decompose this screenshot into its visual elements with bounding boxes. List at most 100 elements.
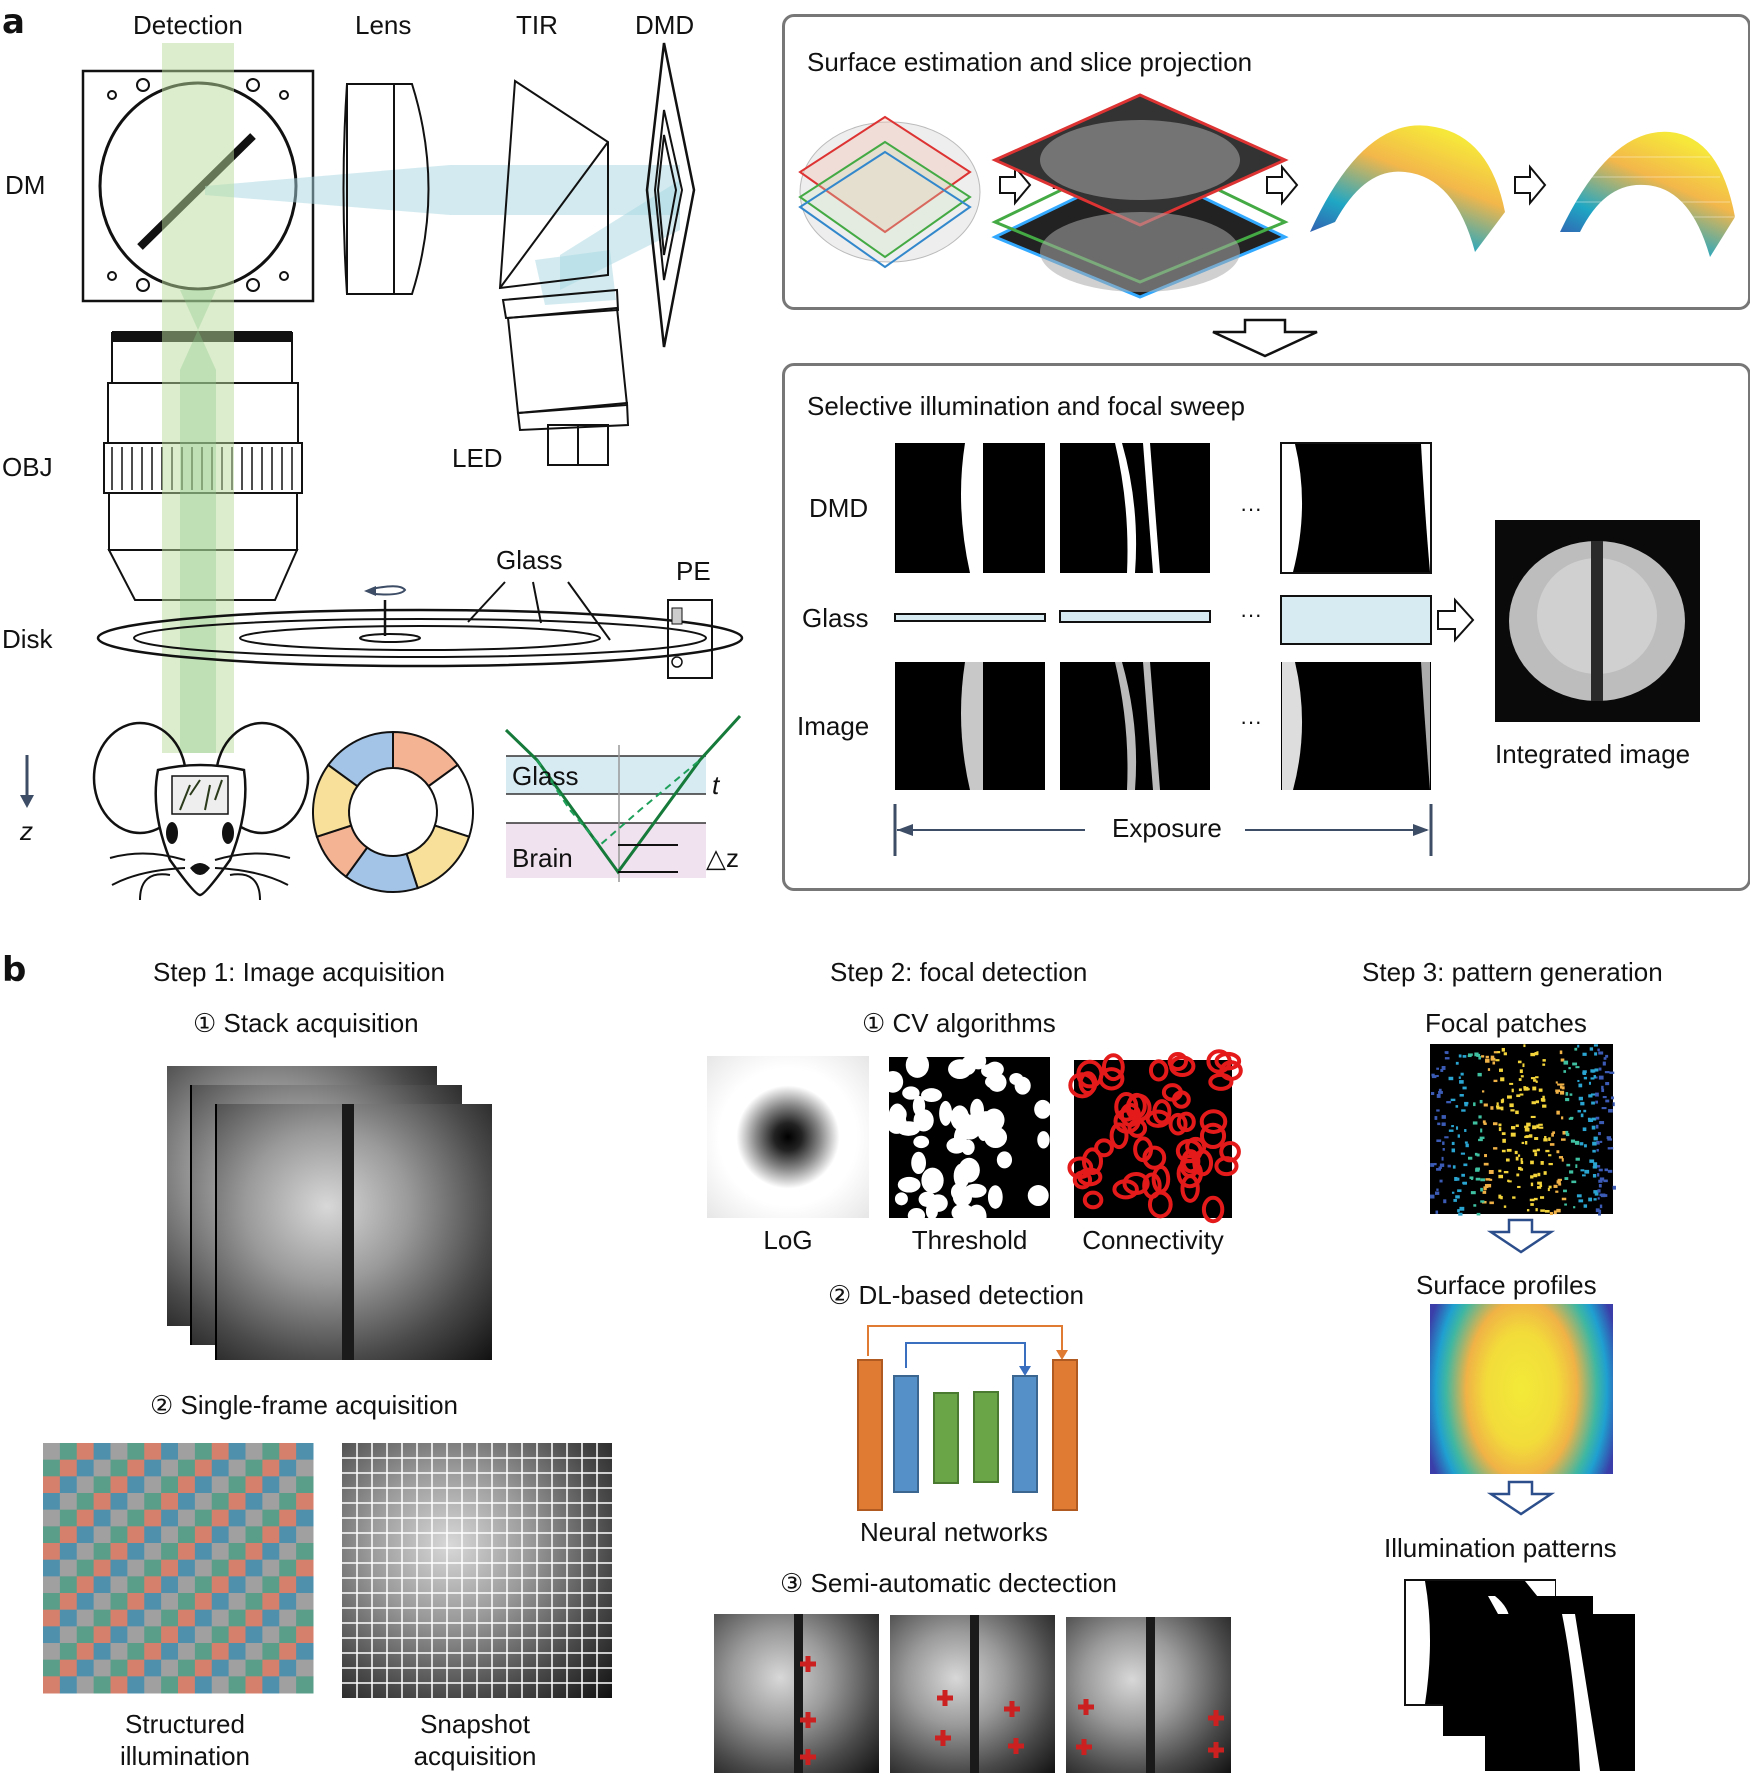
surface-profiles-label: Surface profiles (1416, 1270, 1597, 1300)
focal-patch (1436, 1093, 1441, 1098)
checker-cell (262, 1509, 280, 1527)
focal-patch (1448, 1129, 1454, 1132)
focal-patch (1583, 1076, 1588, 1080)
stack-acquisition-label: ① Stack acquisition (193, 1008, 419, 1038)
focal-patch (1578, 1096, 1583, 1101)
focal-patch (1598, 1179, 1603, 1183)
checker-cell (127, 1476, 145, 1494)
focal-patch (1544, 1135, 1547, 1139)
focal-patch (1483, 1103, 1488, 1107)
checker-cell (279, 1576, 297, 1594)
caption-line: Snapshot (420, 1709, 530, 1739)
checker-cell (296, 1643, 314, 1661)
snapshot-grid (342, 1443, 612, 1698)
focal-patch (1447, 1164, 1451, 1168)
focal-patch (1444, 1051, 1449, 1054)
focal-patch (1469, 1176, 1474, 1179)
checker-cell (59, 1543, 78, 1561)
focal-patch (1594, 1068, 1599, 1072)
focal-patch (1434, 1191, 1440, 1195)
checker-cell (245, 1659, 263, 1677)
checker-cell (76, 1626, 95, 1644)
checker-cell (144, 1543, 162, 1561)
focal-patch (1536, 1148, 1540, 1152)
checker-cell (211, 1493, 230, 1511)
focal-patch (1436, 1109, 1440, 1112)
focal-patch (1480, 1128, 1483, 1133)
focal-patch (1436, 1067, 1440, 1070)
semi-automatic-label: ③ Semi-automatic dectection (780, 1568, 1117, 1598)
focal-patch (1610, 1147, 1614, 1150)
checker-cell (161, 1659, 179, 1677)
focal-patch (1555, 1081, 1558, 1084)
checker-cell (194, 1593, 213, 1611)
threshold-blob (897, 1176, 921, 1193)
focal-patch (1598, 1213, 1602, 1216)
focal-patch (1598, 1132, 1601, 1136)
focal-patch (1592, 1149, 1596, 1153)
focal-patch (1569, 1093, 1573, 1096)
focal-patch (1430, 1163, 1435, 1167)
focal-patch (1589, 1159, 1595, 1163)
focal-patch (1591, 1101, 1595, 1105)
focal-patch (1564, 1203, 1567, 1206)
checker-cell (178, 1676, 196, 1694)
focal-patch (1516, 1094, 1521, 1098)
focal-patch (1577, 1110, 1581, 1113)
focal-patch (1503, 1205, 1507, 1208)
checker-cell (110, 1576, 128, 1594)
checker-cell (296, 1443, 314, 1461)
exposure-label: Exposure (1104, 813, 1230, 844)
focal-patch (1603, 1057, 1607, 1060)
focal-patch (1501, 1132, 1506, 1136)
focal-patch (1516, 1173, 1520, 1177)
threshold-blob (1037, 1131, 1050, 1149)
sliced-surface (1560, 131, 1735, 257)
checker-cell (76, 1593, 95, 1611)
checker-cell (59, 1559, 78, 1577)
checker-cell (262, 1543, 280, 1561)
focal-patch (1583, 1109, 1587, 1113)
focal-patch (1430, 1194, 1435, 1199)
focal-patch (1475, 1177, 1481, 1181)
checker-cell (245, 1543, 263, 1561)
focal-patch (1582, 1127, 1587, 1132)
focal-patch (1530, 1077, 1536, 1080)
focal-patch (1441, 1115, 1446, 1119)
focal-patch (1559, 1050, 1563, 1055)
focal-patch (1560, 1083, 1565, 1086)
focal-patch (1539, 1184, 1543, 1188)
focal-patch (1565, 1092, 1569, 1096)
checker-cell (279, 1676, 297, 1694)
checker-cell (279, 1509, 297, 1527)
focal-patch (1593, 1136, 1598, 1141)
focal-patch (1548, 1162, 1553, 1166)
focal-patch (1593, 1075, 1596, 1079)
nn-layer-mid-left (893, 1375, 919, 1493)
checker-cell (43, 1459, 61, 1477)
focal-patch (1534, 1137, 1539, 1140)
focal-patch (1473, 1204, 1477, 1207)
checker-cell (279, 1559, 297, 1577)
checker-cell (110, 1509, 128, 1527)
nn-layer-mid-right (1012, 1375, 1038, 1493)
checker-cell (127, 1509, 145, 1527)
focal-patch (1480, 1187, 1483, 1192)
checker-cell (110, 1459, 128, 1477)
checker-cell (296, 1543, 314, 1561)
caption-line: Structured (125, 1709, 245, 1739)
checker-cell (93, 1543, 111, 1561)
checker-cell (228, 1559, 246, 1577)
checker-cell (228, 1543, 246, 1561)
focal-patch (1593, 1044, 1598, 1047)
focal-patch (1463, 1163, 1468, 1167)
focal-patch (1531, 1101, 1536, 1105)
checker-cell (93, 1559, 111, 1577)
checker-cell (43, 1659, 61, 1677)
focal-patch (1594, 1192, 1599, 1196)
glass-thick (1280, 595, 1432, 645)
focal-patch (1588, 1081, 1591, 1085)
checker-cell (43, 1476, 61, 1494)
focal-patch (1574, 1140, 1580, 1145)
focal-patch (1577, 1044, 1580, 1048)
